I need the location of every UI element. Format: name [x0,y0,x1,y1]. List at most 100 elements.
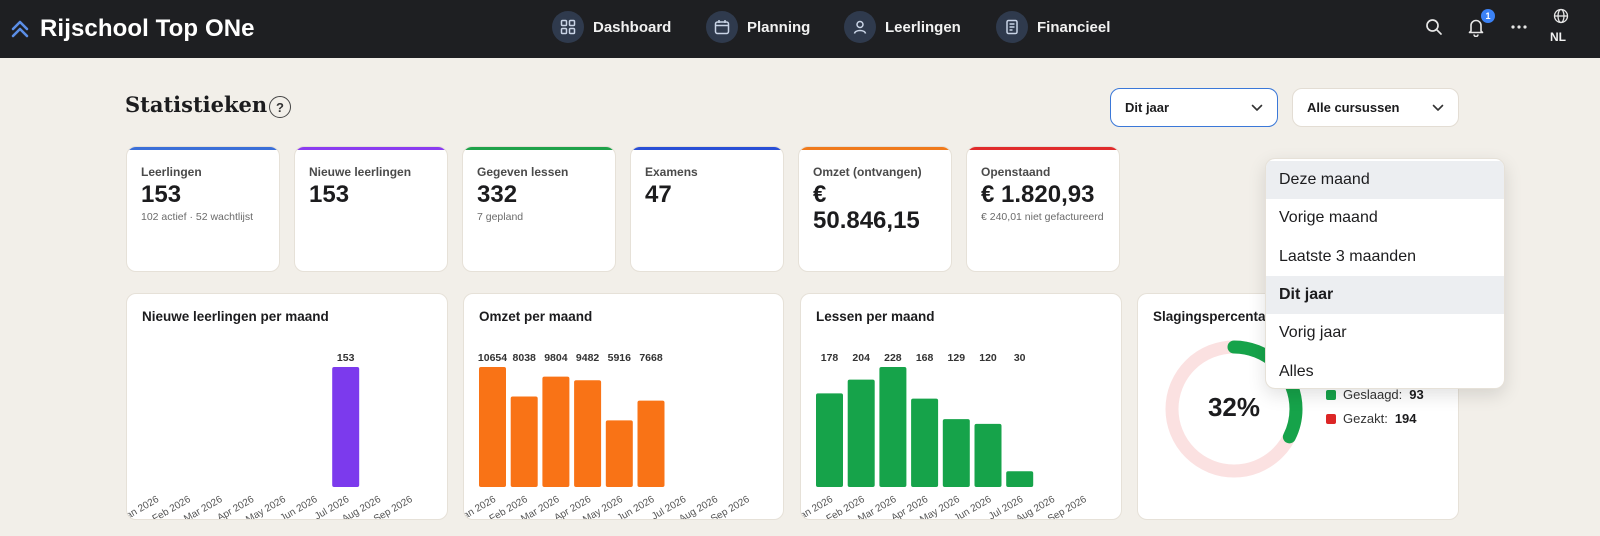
nav-dashboard[interactable]: Dashboard [552,10,671,44]
kpi-accent-bar [463,147,615,150]
kpi-value: € 1.820,93 [981,181,1095,208]
bar-value-label: 7668 [639,352,663,364]
bar-jun-2026 [974,423,1002,487]
legend-label: Gezakt [1343,411,1385,426]
bar-chart-lessen: 178Jan 2026204Feb 2026228Mar 2026168Apr … [801,352,1089,519]
receipt-icon [996,11,1028,43]
kpi-accent-bar [127,147,279,150]
kpi-label: Nieuwe leerlingen [309,165,412,179]
nav-financieel-label: Financieel [1037,18,1111,36]
kpi-label: Leerlingen [141,165,202,179]
language-switcher-label[interactable]: NL [1550,30,1566,44]
period-select-value: Dit jaar [1125,100,1170,115]
app-title: Rijschool Top ONe [40,15,255,42]
bar-feb-2026 [510,396,538,487]
kpi-label: Omzet (ontvangen) [813,165,922,179]
bar-mar-2026 [879,367,907,487]
chevron-down-icon [1432,100,1444,115]
nav-leerlingen[interactable]: Leerlingen [844,10,961,44]
user-icon [844,11,876,43]
kpi-subtext: € 240,01 niet gefactureerd [981,211,1104,223]
kpi-card-openstaand: Openstaand € 1.820,93 € 240,01 niet gefa… [966,146,1120,272]
bar-jan-2026 [816,393,843,487]
bar-value-label: 168 [916,352,934,364]
top-navigation-bar: Rijschool Top ONe Dashboard Planning Lee… [0,0,1600,58]
chart-card-nieuwe-leerlingen: Nieuwe leerlingen per maand Jan 2026 Feb … [126,293,448,520]
bar-value-label: 30 [1014,352,1026,364]
notification-badge: 1 [1481,9,1495,23]
bar-mar-2026 [542,376,570,487]
course-select[interactable]: Alle cursussen [1292,88,1459,127]
nav-dashboard-label: Dashboard [593,18,672,36]
kpi-accent-bar [967,147,1119,150]
nav-leerlingen-label: Leerlingen [885,18,961,36]
bar-value-label: 9482 [576,352,600,364]
dropdown-option-deze-maand[interactable]: Deze maand [1266,161,1504,200]
bar-value-label: 153 [337,352,355,364]
kpi-accent-bar [295,147,447,150]
bar-may-2026 [942,419,970,487]
kpi-card-omzet: Omzet (ontvangen) € 50.846,15 [798,146,952,272]
brand[interactable]: Rijschool Top ONe [10,12,255,46]
kpi-accent-bar [799,147,951,150]
bar-jan-2026 [479,367,506,487]
page-title: Statistieken [125,92,268,117]
double-chevron-up-icon [10,17,30,41]
dropdown-option-vorige-maand[interactable]: Vorige maand [1266,199,1504,237]
kpi-subtext: 7 gepland [477,211,524,223]
bar-apr-2026 [911,398,939,487]
bar-value-label: 10654 [478,352,507,364]
bar-value-label: 9804 [544,352,568,364]
chart-card-lessen: Lessen per maand 178 Jan 2026 204 Feb 2026 2… [800,293,1122,520]
kpi-label: Gegeven lessen [477,165,569,179]
bar-may-2026 [605,420,633,487]
kpi-value: € 50.846,15 [813,181,920,234]
kpi-value: 153 [141,181,182,208]
legend-item-gezakt: Gezakt: 194 [1326,411,1417,426]
bar-value-label: 228 [884,352,902,364]
dropdown-option-alles[interactable]: Alles [1266,352,1504,388]
globe-icon[interactable] [1552,7,1570,25]
kpi-value: 47 [645,181,672,208]
help-icon[interactable]: ? [269,96,291,118]
kpi-label: Examens [645,165,698,179]
kpi-value: 332 [477,181,518,208]
chevron-down-icon [1251,100,1263,115]
nav-planning[interactable]: Planning [706,10,810,44]
kpi-accent-bar [631,147,783,150]
legend-item-geslaagd: Geslaagd: 93 [1326,387,1424,402]
bar-jul-2026 [1006,471,1034,487]
bar-apr-2026 [574,380,602,487]
period-select[interactable]: Dit jaar [1110,88,1278,127]
bar-value-label: 129 [948,352,966,364]
dropdown-option-laatste-3-maanden[interactable]: Laatste 3 maanden [1266,238,1504,276]
bar-value-label: 178 [821,352,839,364]
legend-value: 93 [1409,387,1424,402]
course-select-value: Alle cursussen [1307,100,1400,115]
kpi-card-gegeven-lessen: Gegeven lessen 332 7 gepland [462,146,616,272]
legend-value: 194 [1394,411,1417,426]
kpi-card-examens: Examens 47 [630,146,784,272]
donut-center-label: 32% [1207,392,1261,422]
nav-planning-label: Planning [747,18,811,36]
kpi-label: Openstaand [981,165,1051,179]
bar-chart-omzet: 10654Jan 20268038Feb 20269804Mar 2026948… [464,352,752,519]
bar-jun-2026 [637,400,665,487]
bar-value-label: 8038 [513,352,537,364]
kpi-card-leerlingen: Leerlingen 153 102 actief · 52 wachtlijs… [126,146,280,272]
dropdown-option-vorig-jaar[interactable]: Vorig jaar [1266,314,1504,352]
dropdown-option-dit-jaar[interactable]: Dit jaar [1266,275,1504,315]
kpi-value: 153 [309,181,350,208]
nav-financieel[interactable]: Financieel [996,10,1110,44]
bar-value-label: 120 [979,352,997,364]
bar-value-label: 204 [852,352,870,364]
more-options-icon[interactable] [1508,18,1530,36]
calendar-icon [706,11,738,43]
search-icon[interactable] [1424,17,1444,37]
kpi-card-nieuwe-leerlingen: Nieuwe leerlingen 153 [294,146,448,272]
period-dropdown-menu: Deze maand Vorige maand Laatste 3 maande… [1265,158,1505,389]
bar-chart-nieuwe-leerlingen: Jan 2026Feb 2026Mar 2026Apr 2026May 2026… [127,352,415,519]
kpi-subtext: 102 actief · 52 wachtlijst [141,211,254,223]
legend-label: Geslaagd [1343,387,1399,402]
bar-feb-2026 [847,379,875,487]
